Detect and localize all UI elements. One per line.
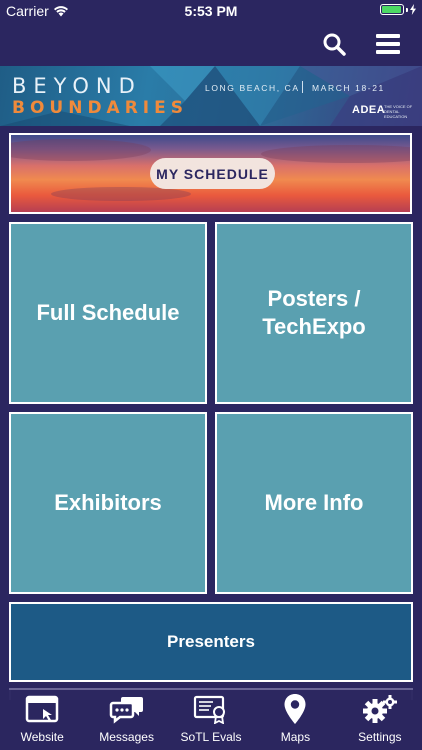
full-schedule-label: Full Schedule <box>36 300 180 325</box>
tab-messages[interactable]: Messages <box>84 690 168 750</box>
more-info-label: More Info <box>264 490 364 515</box>
tab-settings[interactable]: Settings <box>338 690 422 750</box>
tab-website-label: Website <box>20 730 64 744</box>
full-schedule-tile[interactable]: Full Schedule <box>9 222 207 404</box>
browser-window-icon <box>25 695 59 723</box>
tab-settings-label: Settings <box>358 730 402 744</box>
adea-tagline: THE VOICE OF DENTAL EDUCATION <box>384 104 413 119</box>
banner-title-beyond: BEYOND <box>12 74 142 98</box>
search-icon <box>323 33 346 56</box>
top-nav-bar <box>0 22 422 66</box>
banner-divider <box>302 81 303 93</box>
tab-maps-label: Maps <box>280 730 311 744</box>
certificate-icon <box>193 695 226 724</box>
charging-bolt-icon <box>410 4 416 15</box>
battery-icon <box>380 4 416 15</box>
exhibitors-label: Exhibitors <box>54 490 162 515</box>
tab-sotl-evals-label: SoTL Evals <box>180 730 242 744</box>
map-pin-icon <box>284 694 306 724</box>
posters-label-line1: Posters / <box>267 286 361 311</box>
more-info-tile[interactable]: More Info <box>215 412 413 594</box>
banner-location: LONG BEACH, CA <box>205 83 300 93</box>
hamburger-menu-icon <box>376 34 400 54</box>
banner-title-boundaries: BOUNDARIES <box>12 98 188 118</box>
exhibitors-tile[interactable]: Exhibitors <box>9 412 207 594</box>
chat-bubbles-icon <box>109 697 143 724</box>
search-button[interactable] <box>318 28 350 60</box>
posters-techexpo-tile[interactable]: Posters / TechExpo <box>215 222 413 404</box>
status-bar: Carrier 5:53 PM <box>0 0 422 22</box>
gears-icon <box>362 695 397 723</box>
banner-dates: MARCH 18-21 <box>312 83 385 93</box>
presenters-label: Presenters <box>167 632 255 651</box>
posters-label-line2: TechExpo <box>262 314 366 339</box>
tab-sotl-evals[interactable]: SoTL Evals <box>169 690 253 750</box>
presenters-button[interactable]: Presenters <box>9 602 413 682</box>
bottom-tab-bar: Website Messages SoTL Evals Maps Setting… <box>0 690 422 750</box>
menu-button[interactable] <box>372 28 404 60</box>
my-schedule-button[interactable]: MY SCHEDULE <box>9 133 412 214</box>
clock: 5:53 PM <box>184 3 238 19</box>
event-banner: BEYOND BOUNDARIES LONG BEACH, CA MARCH 1… <box>0 66 422 126</box>
tab-maps[interactable]: Maps <box>253 690 337 750</box>
tab-website[interactable]: Website <box>0 690 84 750</box>
tab-messages-label: Messages <box>99 730 154 744</box>
adea-logo: ADEA <box>352 104 386 116</box>
my-schedule-label: MY SCHEDULE <box>150 158 275 189</box>
